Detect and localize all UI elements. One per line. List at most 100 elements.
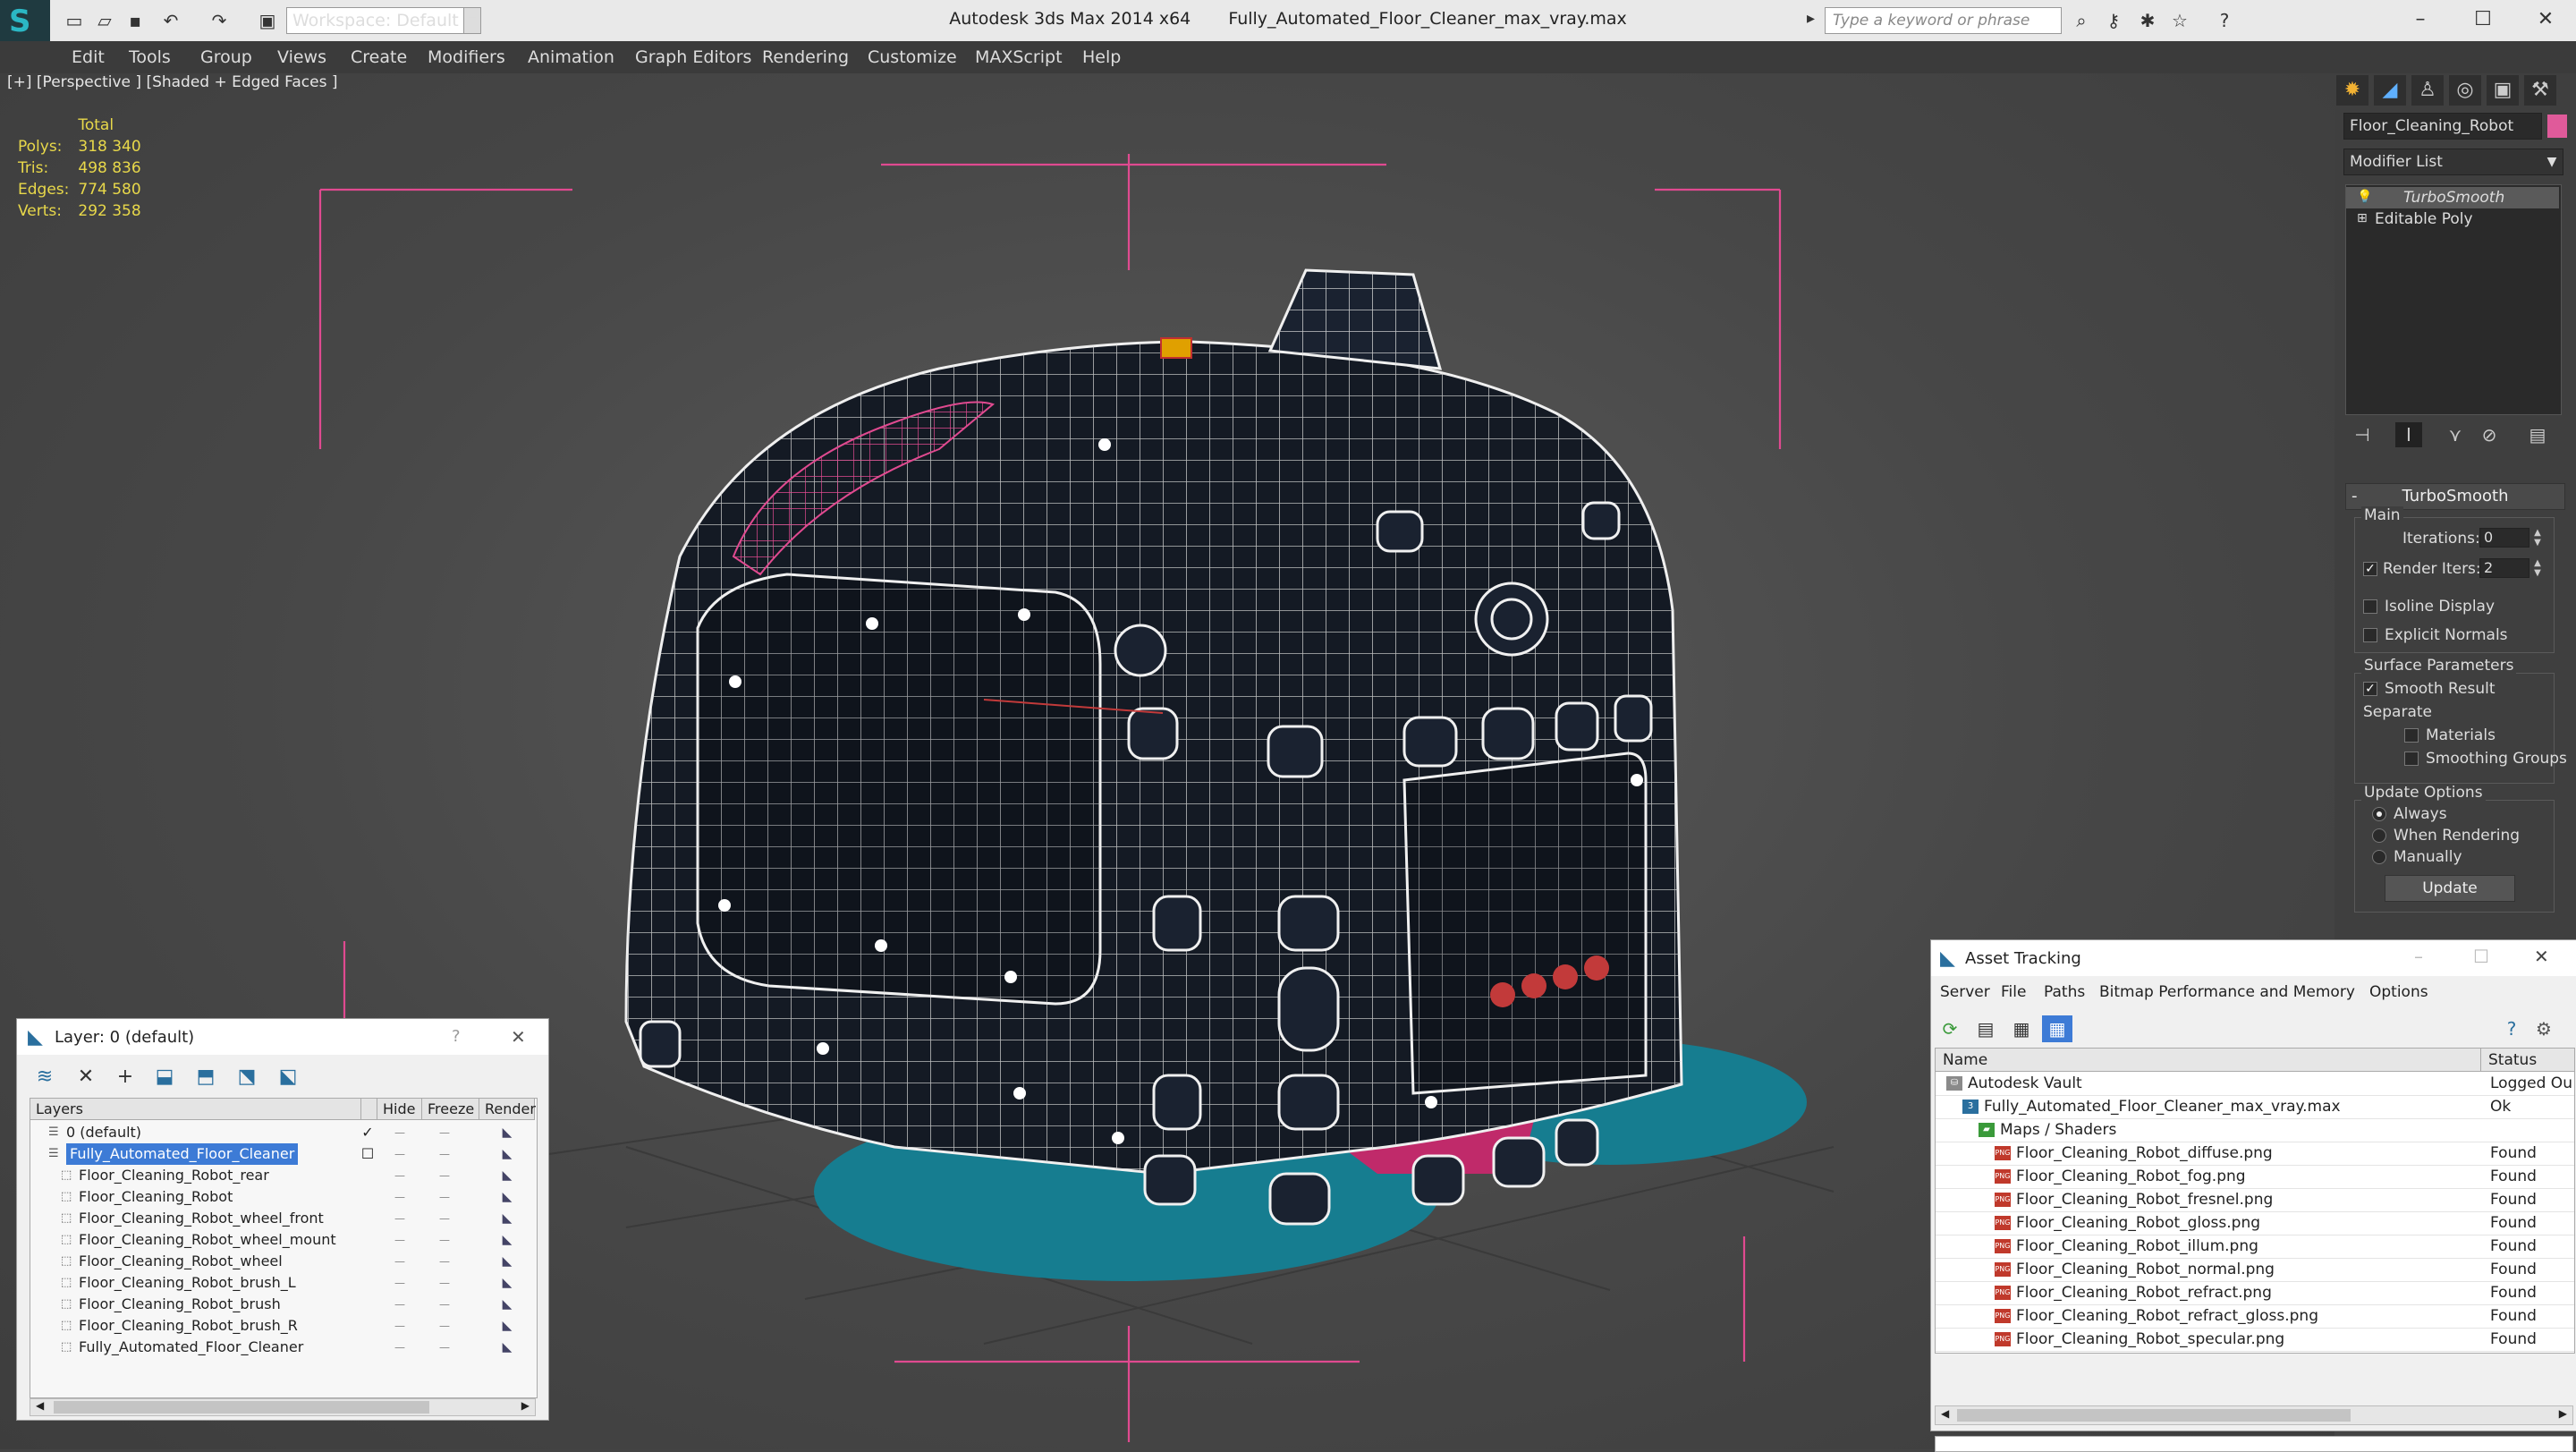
menu-help[interactable]: Help: [1082, 43, 1121, 72]
list-view-icon[interactable]: ▤: [1970, 1015, 2001, 1042]
asset-row[interactable]: PNG Floor_Cleaning_Robot_fresnel.png Found: [1936, 1188, 2574, 1212]
render-toggle-icon[interactable]: ◣: [494, 1294, 521, 1315]
render-toggle-icon[interactable]: ◣: [494, 1337, 521, 1358]
maximize-icon[interactable]: ☐: [2473, 946, 2489, 967]
modify-tab-icon[interactable]: ◢: [2374, 75, 2406, 106]
horizontal-scrollbar[interactable]: ◀ ▶: [1935, 1405, 2573, 1425]
scrollbar-thumb[interactable]: [54, 1401, 429, 1414]
render-toggle-icon[interactable]: ◣: [494, 1143, 521, 1165]
render-iters-spinner[interactable]: 2: [2479, 558, 2529, 578]
current-layer-check-icon[interactable]: ✓: [354, 1122, 381, 1143]
asset-row[interactable]: PNG Floor_Cleaning_Robot_diffuse.png Found: [1936, 1142, 2574, 1166]
thumbnail-view-icon[interactable]: ▦: [2006, 1015, 2037, 1042]
always-radio[interactable]: [2372, 807, 2386, 821]
hide-toggle[interactable]: —: [386, 1208, 413, 1229]
menu-rendering[interactable]: Rendering: [762, 43, 849, 72]
path-input[interactable]: [1935, 1436, 2573, 1452]
menu-animation[interactable]: Animation: [528, 43, 614, 72]
freeze-toggle[interactable]: —: [431, 1294, 458, 1315]
horizontal-scrollbar[interactable]: ◀ ▶: [30, 1398, 536, 1416]
layer-name[interactable]: Floor_Cleaning_Robot_wheel: [79, 1251, 283, 1272]
explicit-normals-checkbox[interactable]: [2363, 628, 2377, 642]
column-header[interactable]: Freeze: [422, 1099, 479, 1120]
save-file-icon[interactable]: ▪: [123, 9, 147, 32]
layer-row[interactable]: ⬚ Floor_Cleaning_Robot_brush — — ◣: [30, 1294, 535, 1315]
freeze-toggle[interactable]: —: [431, 1337, 458, 1358]
menu-maxscript[interactable]: MAXScript: [975, 43, 1063, 72]
render-toggle-icon[interactable]: ◣: [494, 1251, 521, 1272]
render-toggle-icon[interactable]: ◣: [494, 1165, 521, 1186]
column-header[interactable]: Render: [479, 1099, 536, 1120]
freeze-toggle[interactable]: —: [431, 1208, 458, 1229]
select-objects-icon[interactable]: ⬓: [149, 1064, 180, 1091]
help-icon[interactable]: ?: [2496, 1015, 2527, 1042]
freeze-toggle[interactable]: —: [431, 1143, 458, 1165]
layer-row[interactable]: ☰ 0 (default) ✓ — — ◣: [30, 1122, 535, 1143]
settings-gear-icon[interactable]: ⚙: [2529, 1015, 2559, 1042]
stack-item-editable-poly[interactable]: ⊞ Editable Poly: [2346, 208, 2559, 230]
stack-item-turbosmooth[interactable]: 💡 TurboSmooth: [2346, 187, 2559, 208]
hide-toggle[interactable]: —: [386, 1143, 413, 1165]
create-tab-icon[interactable]: ✹: [2336, 75, 2368, 106]
close-icon[interactable]: ✕: [2534, 946, 2549, 967]
utilities-tab-icon[interactable]: ⚒: [2524, 75, 2556, 106]
asset-window-titlebar[interactable]: ◣ Asset Tracking – ☐ ✕: [1931, 940, 2576, 976]
maximize-icon[interactable]: ☐: [2465, 4, 2501, 36]
layer-row[interactable]: ⬚ Floor_Cleaning_Robot_brush_R — — ◣: [30, 1315, 535, 1337]
hide-toggle[interactable]: —: [386, 1165, 413, 1186]
column-header[interactable]: Status: [2481, 1049, 2574, 1072]
expand-plus-icon[interactable]: ⊞: [2357, 211, 2368, 225]
minimize-icon[interactable]: –: [2402, 4, 2438, 36]
menu-group[interactable]: Group: [200, 43, 252, 72]
search-expand-icon[interactable]: ▸: [1807, 9, 1815, 28]
column-header[interactable]: Hide: [377, 1099, 422, 1120]
render-toggle-icon[interactable]: ◣: [494, 1122, 521, 1143]
layer-row[interactable]: ⬚ Floor_Cleaning_Robot_wheel — — ◣: [30, 1251, 535, 1272]
layer-name[interactable]: Floor_Cleaning_Robot_wheel_front: [79, 1208, 324, 1229]
iterations-spinner[interactable]: 0: [2479, 528, 2529, 548]
modifier-list-dropdown[interactable]: Modifier List: [2343, 149, 2563, 175]
make-unique-icon[interactable]: ⋎: [2442, 422, 2469, 447]
freeze-toggle[interactable]: —: [431, 1186, 458, 1208]
layer-row[interactable]: ⬚ Floor_Cleaning_Robot_brush_L — — ◣: [30, 1272, 535, 1294]
hide-toggle[interactable]: —: [386, 1337, 413, 1358]
freeze-toggle[interactable]: —: [431, 1272, 458, 1294]
column-header[interactable]: Name: [1936, 1049, 2481, 1072]
lightbulb-icon[interactable]: 💡: [2357, 190, 2372, 204]
menu-tools[interactable]: Tools: [129, 43, 171, 72]
scrollbar-thumb[interactable]: [1957, 1409, 2351, 1422]
add-layer-icon[interactable]: +: [110, 1064, 140, 1091]
display-tab-icon[interactable]: ▣: [2487, 75, 2519, 106]
key-icon[interactable]: ⚷: [2102, 9, 2125, 32]
hide-toggle[interactable]: —: [386, 1315, 413, 1337]
refresh-icon[interactable]: ⟳: [1935, 1015, 1965, 1042]
materials-checkbox[interactable]: [2404, 728, 2419, 743]
layer-name[interactable]: Floor_Cleaning_Robot_rear: [79, 1165, 269, 1186]
update-button[interactable]: Update: [2385, 875, 2515, 902]
remove-modifier-icon[interactable]: ⊘: [2476, 422, 2503, 447]
hierarchy-tab-icon[interactable]: ♙: [2411, 75, 2444, 106]
layer-name[interactable]: Floor_Cleaning_Robot_wheel_mount: [79, 1229, 336, 1251]
show-end-result-icon[interactable]: Ⅰ: [2395, 422, 2422, 447]
project-folder-icon[interactable]: ▣: [256, 9, 279, 32]
menu-bitmap-performance[interactable]: Bitmap Performance and Memory: [2099, 983, 2355, 1001]
close-icon[interactable]: ✕: [511, 1026, 526, 1048]
layer-row[interactable]: ⬚ Floor_Cleaning_Robot_wheel_mount — — ◣: [30, 1229, 535, 1251]
object-name-field[interactable]: Floor_Cleaning_Robot: [2343, 113, 2542, 140]
app-logo-icon[interactable]: S: [0, 0, 50, 41]
freeze-toggle[interactable]: —: [431, 1165, 458, 1186]
freeze-toggle[interactable]: —: [431, 1315, 458, 1337]
render-iters-checkbox[interactable]: ✓: [2363, 562, 2377, 576]
workspace-dropdown[interactable]: Workspace: Default: [286, 7, 479, 34]
open-file-icon[interactable]: ▱: [93, 9, 116, 32]
scroll-right-icon[interactable]: ▶: [521, 1399, 530, 1412]
menu-create[interactable]: Create: [351, 43, 407, 72]
new-file-icon[interactable]: ▭: [63, 9, 86, 32]
menu-customize[interactable]: Customize: [868, 43, 957, 72]
column-header[interactable]: Layers: [30, 1099, 361, 1120]
scroll-left-icon[interactable]: ◀: [1941, 1407, 1949, 1420]
undo-icon[interactable]: ↶: [159, 9, 182, 32]
chevron-down-icon[interactable]: ▼: [463, 7, 481, 34]
render-toggle-icon[interactable]: ◣: [494, 1186, 521, 1208]
asset-row[interactable]: PNG Floor_Cleaning_Robot_gloss.png Found: [1936, 1211, 2574, 1235]
